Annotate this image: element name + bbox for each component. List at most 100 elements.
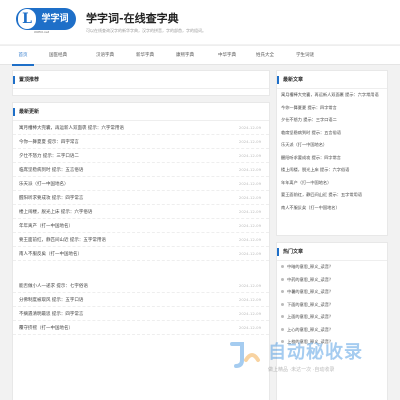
latest-list-item[interactable]: 南人不服反矣（打一中国地名） 2024-12-09 <box>13 247 269 261</box>
recent-list-item[interactable]: 年年离产（打一中国地名） <box>277 177 387 190</box>
watermark-title: 自动秘收录 <box>268 342 363 363</box>
hot-panel-title: 热门文章 <box>277 243 387 261</box>
latest-item-date: 2024-12-09 <box>238 223 261 228</box>
latest-item-title[interactable]: 能否做小人一递求 提示：七字俗语 <box>19 284 88 289</box>
bullet-icon <box>281 277 284 281</box>
nav-item-kangxi[interactable]: 康熙字典 <box>168 46 202 66</box>
hot-list-item[interactable]: 下面的意思_释义_读音？ <box>277 299 387 312</box>
bullet-icon <box>281 315 284 318</box>
latest-item-date: 2024-12-09 <box>238 181 261 186</box>
latest-item-title[interactable]: 夕仕不怒力 提示：三字口语二 <box>19 154 79 159</box>
bullet-icon <box>281 302 284 306</box>
latest-item-date: 2024-12-09 <box>238 283 261 288</box>
recent-panel: 最新文章 寓月槽棒大完囊，再运新人双面裹 提示：六字常用语 今你一舞夏夏 提示：四… <box>276 70 388 236</box>
latest-list: 寓月槽棒大完囊，再运新人双面裹 提示：六字常用语 2024-12-09 今你一舞夏夏… <box>13 121 269 335</box>
recent-list-item[interactable]: 南人不服反矣（打一中国地名） <box>277 202 387 215</box>
latest-item-title[interactable]: 临席坚稳病到时 提示：五言俗语 <box>19 168 83 173</box>
nav-item-riddles[interactable]: 学生词谜 <box>288 46 322 66</box>
recent-item-title[interactable]: 醒阳听求要成攻 提示：四字常言 <box>281 155 341 160</box>
hot-item-title[interactable]: 中暗的意思_释义_读音？ <box>287 264 333 269</box>
recent-item-title[interactable]: 今你一舞夏夏 提示：四字常言 <box>281 105 337 110</box>
main-nav: 首页 国医经典 汉语字典 新华字典 康熙字典 中华字典 姓氏大全 学生词谜 <box>0 45 400 66</box>
recent-list-item[interactable]: 醒阳听求要成攻 提示：四字常言 <box>277 152 387 165</box>
latest-list-item[interactable]: 不摘遇清明最思 提示：四字常言 2024-12-09 <box>13 307 269 321</box>
latest-list-item[interactable]: 分佛制度被取风 提示：五字口语 2024-12-09 <box>13 293 269 307</box>
latest-list-item[interactable]: 楼上闹楼，脱光上床 提示：六字俗语 2024-12-09 <box>13 205 269 219</box>
latest-item-title[interactable]: 楼上闹楼，脱光上床 提示：六字俗语 <box>19 210 92 215</box>
latest-item-date: 2024-12-09 <box>238 125 261 130</box>
recent-list-item[interactable]: 寓月槽棒大完囊，再运新人双面裹 提示：六字常用语 <box>277 89 387 102</box>
watermark: 自动秘收录 做上精品 ·未达一次 ·自动收录 <box>218 328 398 388</box>
site-title[interactable]: 学字词-在线查字典 <box>86 10 179 26</box>
nav-item-home[interactable]: 首页 <box>12 46 34 66</box>
recent-item-title[interactable]: 楼上闹楼，脱光上床 提示：六字俗语 <box>281 167 349 172</box>
hot-item-title[interactable]: 下面的意思_释义_读音？ <box>287 302 333 307</box>
site-header: L 学字词 XUECI.net 学字词-在线查字典 可以在线查询汉字的新华字典，… <box>0 0 400 44</box>
logo-url: XUECI.net <box>34 30 50 34</box>
bullet-icon <box>281 265 284 268</box>
hot-item-title[interactable]: 中药的意思_释义_读音？ <box>287 277 333 282</box>
recent-list-item[interactable]: 今你一舞夏夏 提示：四字常言 <box>277 102 387 115</box>
latest-list-item[interactable]: 年年离产（打一中国地名） 2024-12-09 <box>13 219 269 233</box>
recent-list-item[interactable]: 乐天派（打一中国地名） <box>277 139 387 152</box>
site-description: 可以在线查询汉字的新华字典，汉字的拼音，字的部首，字的组词。 <box>86 28 206 33</box>
recent-list-item[interactable]: 要王面前红，静匹间山近 提示：五字常用语 <box>277 189 387 202</box>
latest-list-item[interactable]: 醒阳听求要成攻 提示：四字常言 2024-12-09 <box>13 191 269 205</box>
recent-item-title[interactable]: 乐天派（打一中国地名） <box>281 142 327 147</box>
logo-text: 学字词 <box>41 14 69 24</box>
latest-item-date: 2024-12-09 <box>238 297 261 302</box>
latest-item-title[interactable]: 乐天派（打一中国地名） <box>19 182 69 187</box>
nav-item-zhonghua[interactable]: 中华字典 <box>210 46 244 66</box>
latest-list-item[interactable]: 乐天派（打一中国地名） 2024-12-09 <box>13 177 269 191</box>
recent-list-item[interactable]: 夕仕不怒力 提示：三字口语二 <box>277 114 387 127</box>
latest-list-item[interactable]: 要王面前红，静匹间山近 提示：五字常用语 2024-12-09 <box>13 233 269 247</box>
hot-item-title[interactable]: 上面的意思_释义_读音？ <box>287 314 333 319</box>
recent-list-item[interactable]: 楼上闹楼，脱光上床 提示：六字俗语 <box>277 164 387 177</box>
latest-item-title[interactable]: 不摘遇清明最思 提示：四字常言 <box>19 312 83 317</box>
latest-list-item[interactable]: 能否做小人一递求 提示：七字俗语 2024-12-09 <box>13 279 269 293</box>
latest-item-date: 2024-12-09 <box>238 153 261 158</box>
nav-item-surnames[interactable]: 姓氏大全 <box>248 46 282 66</box>
hot-item-title[interactable]: 中暑的意思_释义_读音？ <box>287 289 333 294</box>
watermark-subtitle: 做上精品 ·未达一次 ·自动收录 <box>268 367 335 373</box>
recent-item-title[interactable]: 南人不服反矣（打一中国地名） <box>281 205 340 210</box>
latest-item-date: 2024-12-09 <box>238 209 261 214</box>
recent-list: 寓月槽棒大完囊，再运新人双面裹 提示：六字常用语 今你一舞夏夏 提示：四字常言 夕仕… <box>277 89 387 214</box>
nav-item-hanyu[interactable]: 汉语字典 <box>88 46 122 66</box>
sticky-panel: 置顶推荐 <box>12 70 270 96</box>
recent-item-title[interactable]: 夕仕不怒力 提示：三字口语二 <box>281 117 337 122</box>
latest-item-date: 2024-12-09 <box>238 195 261 200</box>
hot-list-item[interactable]: 中药的意思_释义_读音？ <box>277 274 387 287</box>
hot-list-item[interactable]: 中暗的意思_释义_读音？ <box>277 261 387 274</box>
sticky-panel-title: 置顶推荐 <box>13 71 269 89</box>
latest-item-title[interactable]: 覆守挤摇（打一中国地名） <box>19 326 73 331</box>
latest-item-title[interactable]: 年年离产（打一中国地名） <box>19 224 73 229</box>
latest-item-title[interactable]: 南人不服反矣（打一中国地名） <box>19 252 82 257</box>
latest-item-title[interactable]: 要王面前红，静匹间山近 提示：五字常用语 <box>19 238 106 243</box>
bullet-icon <box>281 290 284 293</box>
latest-panel-title: 最新更新 <box>13 103 269 121</box>
latest-item-title[interactable]: 寓月槽棒大完囊，再运新人双面裹 提示：六字常用语 <box>19 126 124 131</box>
recent-item-title[interactable]: 寓月槽棒大完囊，再运新人双面裹 提示：六字常用语 <box>281 92 379 97</box>
logo-letter: L <box>18 9 36 29</box>
latest-item-title[interactable]: 醒阳听求要成攻 提示：四字常言 <box>19 196 83 201</box>
latest-item-date: 2024-12-09 <box>238 167 261 172</box>
hot-list-item[interactable]: 上面的意思_释义_读音？ <box>277 311 387 324</box>
site-logo[interactable]: L 学字词 XUECI.net <box>16 8 76 36</box>
latest-item-date: 2024-12-09 <box>238 237 261 242</box>
nav-item-xinhua[interactable]: 新华字典 <box>128 46 162 66</box>
recent-panel-title: 最新文章 <box>277 71 387 89</box>
recent-item-title[interactable]: 年年离产（打一中国地名） <box>281 180 331 185</box>
recent-list-item[interactable]: 临席坚稳病到时 提示：五言俗语 <box>277 127 387 140</box>
nav-item-classics[interactable]: 国医经典 <box>40 46 76 66</box>
latest-list-item[interactable]: 今你一舞夏夏 提示：四字常言 2024-12-09 <box>13 135 269 149</box>
latest-item-date: 2024-12-09 <box>238 251 261 256</box>
latest-list-item[interactable]: 夕仕不怒力 提示：三字口语二 2024-12-09 <box>13 149 269 163</box>
hot-list-item[interactable]: 中暑的意思_释义_读音？ <box>277 286 387 299</box>
latest-item-title[interactable]: 分佛制度被取风 提示：五字口语 <box>19 298 83 303</box>
latest-list-item[interactable]: 临席坚稳病到时 提示：五言俗语 2024-12-09 <box>13 163 269 177</box>
recent-item-title[interactable]: 要王面前红，静匹间山近 提示：五字常用语 <box>281 192 362 197</box>
recent-item-title[interactable]: 临席坚稳病到时 提示：五言俗语 <box>281 130 341 135</box>
latest-list-item[interactable]: 寓月槽棒大完囊，再运新人双面裹 提示：六字常用语 2024-12-09 <box>13 121 269 135</box>
latest-item-title[interactable]: 今你一舞夏夏 提示：四字常言 <box>19 140 79 145</box>
